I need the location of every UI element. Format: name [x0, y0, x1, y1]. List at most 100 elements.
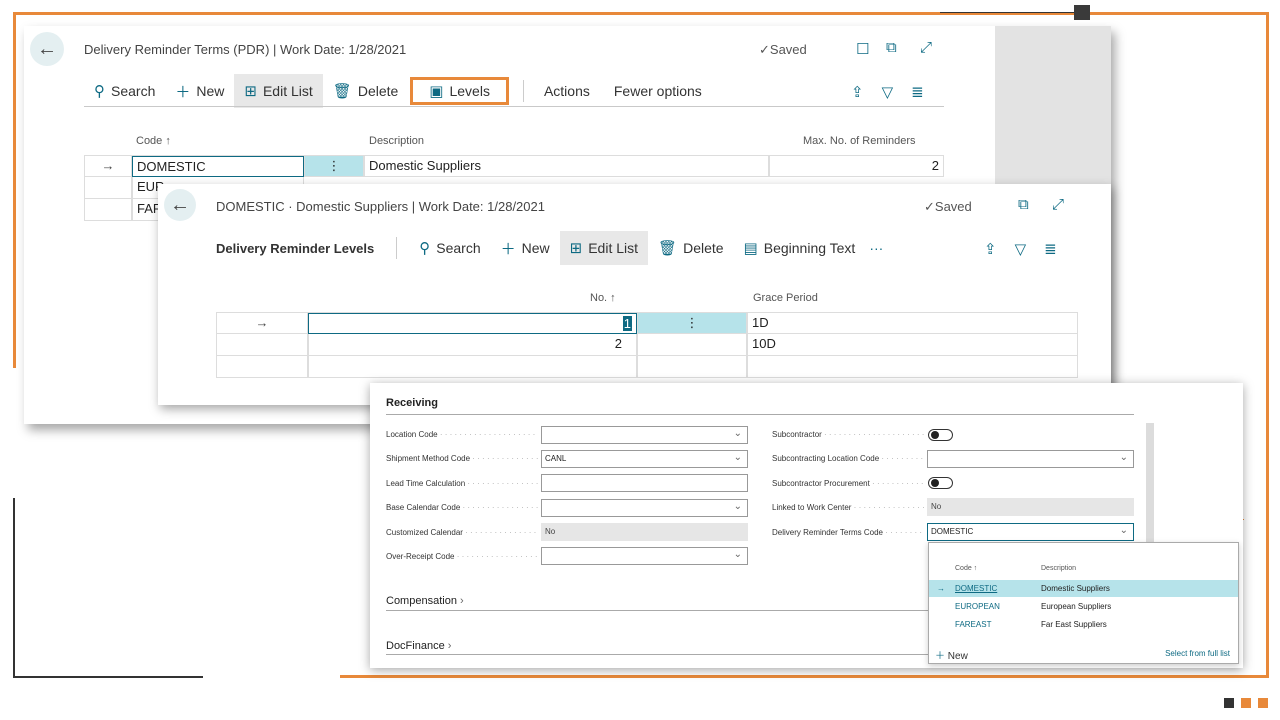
column-header-grace-period[interactable]: Grace Period: [753, 292, 818, 304]
lead-time-calculation-field[interactable]: [541, 474, 748, 492]
customized-calendar-field[interactable]: No: [541, 523, 748, 541]
search-button[interactable]: ⚲ Search: [403, 231, 490, 265]
section-title: Delivery Reminder Levels: [216, 240, 375, 256]
saved-status: ✓Saved: [759, 42, 807, 57]
lookup-code[interactable]: EUROPEAN: [955, 602, 1000, 611]
table-row[interactable]: → 1 ⋮ 1D: [216, 312, 1078, 334]
lookup-header-description[interactable]: Description: [1041, 565, 1076, 572]
back-arrow-icon[interactable]: ←: [164, 189, 196, 221]
lookup-row[interactable]: EUROPEAN European Suppliers: [929, 598, 1238, 615]
column-header-max-reminders[interactable]: Max. No. of Reminders: [803, 135, 915, 147]
plus-icon: ＋: [175, 83, 191, 101]
table-row[interactable]: [216, 356, 1078, 378]
filter-icon[interactable]: ▽: [882, 83, 894, 101]
base-calendar-code-field[interactable]: ⌄: [541, 499, 748, 517]
lead-time-calculation-label: Lead Time Calculation: [386, 479, 538, 488]
lookup-description: Domestic Suppliers: [1041, 584, 1110, 593]
chevron-down-icon: ⌄: [1119, 452, 1128, 463]
over-receipt-code-field[interactable]: ⌄: [541, 547, 748, 565]
row-menu-icon[interactable]: ⋮: [304, 156, 364, 177]
table-row[interactable]: 2 10D: [216, 334, 1078, 356]
chevron-down-icon: ⌄: [733, 428, 742, 439]
actions-menu[interactable]: Actions: [530, 74, 604, 108]
lookup-code[interactable]: DOMESTIC: [955, 584, 997, 593]
expand-icon[interactable]: ⤢: [920, 39, 932, 56]
linked-to-work-center-label: Linked to Work Center: [772, 503, 924, 512]
docfinance-fasttab-title[interactable]: DocFinance ›: [386, 640, 451, 652]
column-header-description[interactable]: Description: [369, 135, 424, 147]
table-row[interactable]: → DOMESTIC ⋮ Domestic Suppliers 2: [84, 155, 944, 177]
delete-button[interactable]: 🗑 Delete: [648, 231, 734, 265]
select-from-full-list-link[interactable]: Select from full list: [1165, 649, 1230, 658]
no-cell[interactable]: 1: [308, 313, 637, 334]
action-bar-right: ⇪ ▽ ≣: [851, 83, 924, 101]
action-bar: ⚲ Search ＋ New ⊞ Edit List 🗑 Delete ▣ Levels …: [84, 74, 712, 108]
share-icon[interactable]: ⇪: [984, 240, 997, 258]
fewer-options-button[interactable]: Fewer options: [604, 74, 712, 108]
bookmark-icon[interactable]: ☐: [856, 40, 869, 58]
lookup-code[interactable]: FAREAST: [955, 620, 991, 629]
open-new-window-icon[interactable]: ⧉: [886, 39, 897, 56]
shipment-method-value: CANL: [545, 454, 567, 463]
delete-label: Delete: [683, 240, 724, 256]
document-icon: ▤: [743, 240, 758, 257]
new-label: New: [521, 240, 550, 256]
new-button[interactable]: ＋ New: [165, 74, 234, 108]
column-header-code[interactable]: Code ↑: [136, 135, 171, 147]
customized-calendar-label: Customized Calendar: [386, 528, 538, 537]
slide-border-right: [1266, 12, 1269, 678]
expand-icon[interactable]: ⤢: [1052, 196, 1064, 213]
lookup-new-button[interactable]: ＋ New: [935, 647, 968, 662]
beginning-text-button[interactable]: ▤ Beginning Text: [734, 231, 866, 265]
code-cell[interactable]: DOMESTIC: [132, 156, 304, 177]
linked-to-work-center-field[interactable]: No: [927, 498, 1134, 516]
slide-frame-left: [13, 498, 15, 678]
edit-list-button[interactable]: ⊞ Edit List: [559, 231, 649, 265]
max-reminders-cell: 2: [769, 156, 944, 177]
lookup-header-code[interactable]: Code ↑: [955, 565, 977, 572]
subcontracting-location-code-label: Subcontracting Location Code: [772, 454, 924, 463]
search-label: Search: [111, 83, 156, 99]
list-view-icon[interactable]: ≣: [911, 83, 924, 101]
share-icon[interactable]: ⇪: [851, 83, 864, 101]
more-options-button[interactable]: ···: [865, 231, 887, 265]
lookup-description: European Suppliers: [1041, 602, 1112, 611]
edit-list-icon: ⊞: [244, 83, 257, 100]
delivery-reminder-terms-code-field[interactable]: DOMESTIC ⌄: [927, 523, 1134, 541]
lookup-row[interactable]: FAREAST Far East Suppliers: [929, 616, 1238, 633]
back-arrow-icon[interactable]: ←: [30, 32, 64, 66]
delivery-reminder-terms-lookup: Code ↑ Description → DOMESTIC Domestic S…: [928, 542, 1239, 664]
column-header-no[interactable]: No. ↑: [590, 292, 616, 304]
subcontractor-procurement-toggle[interactable]: [928, 477, 953, 489]
edit-list-button[interactable]: ⊞ Edit List: [234, 74, 323, 108]
no-cell[interactable]: 2: [308, 334, 637, 356]
subcontracting-location-code-field[interactable]: ⌄: [927, 450, 1134, 468]
delete-button[interactable]: 🗑 Delete: [323, 74, 409, 108]
row-arrow-icon: →: [937, 584, 945, 593]
actions-label: Actions: [543, 83, 590, 99]
docfinance-underline: [386, 654, 928, 655]
shipment-method-code-label: Shipment Method Code: [386, 454, 538, 463]
search-icon: ⚲: [419, 240, 431, 257]
open-new-window-icon[interactable]: ⧉: [1018, 196, 1029, 213]
filter-icon[interactable]: ▽: [1015, 240, 1027, 258]
chevron-down-icon: ⌄: [733, 501, 742, 512]
new-button[interactable]: ＋ New: [491, 231, 560, 265]
receiving-fasttab-title[interactable]: Receiving: [386, 397, 438, 409]
lookup-row[interactable]: → DOMESTIC Domestic Suppliers: [929, 580, 1238, 597]
slide-border-left: [13, 12, 16, 368]
levels-button[interactable]: ▣ Levels: [410, 77, 509, 105]
list-view-icon[interactable]: ≣: [1044, 240, 1057, 258]
slide-deco-line: [940, 12, 1083, 13]
page-title: Delivery Reminder Terms (PDR) | Work Dat…: [84, 42, 407, 57]
delete-label: Delete: [357, 83, 399, 99]
compensation-fasttab-title[interactable]: Compensation ›: [386, 595, 464, 607]
shipment-method-code-field[interactable]: CANL ⌄: [541, 450, 748, 468]
location-code-field[interactable]: ⌄: [541, 426, 748, 444]
row-menu-icon[interactable]: ⋮: [637, 313, 747, 334]
docfinance-label: DocFinance: [386, 640, 445, 652]
search-button[interactable]: ⚲ Search: [84, 74, 165, 108]
fewer-options-label: Fewer options: [613, 83, 702, 99]
edit-list-label: Edit List: [588, 240, 639, 256]
subcontractor-toggle[interactable]: [928, 429, 953, 441]
